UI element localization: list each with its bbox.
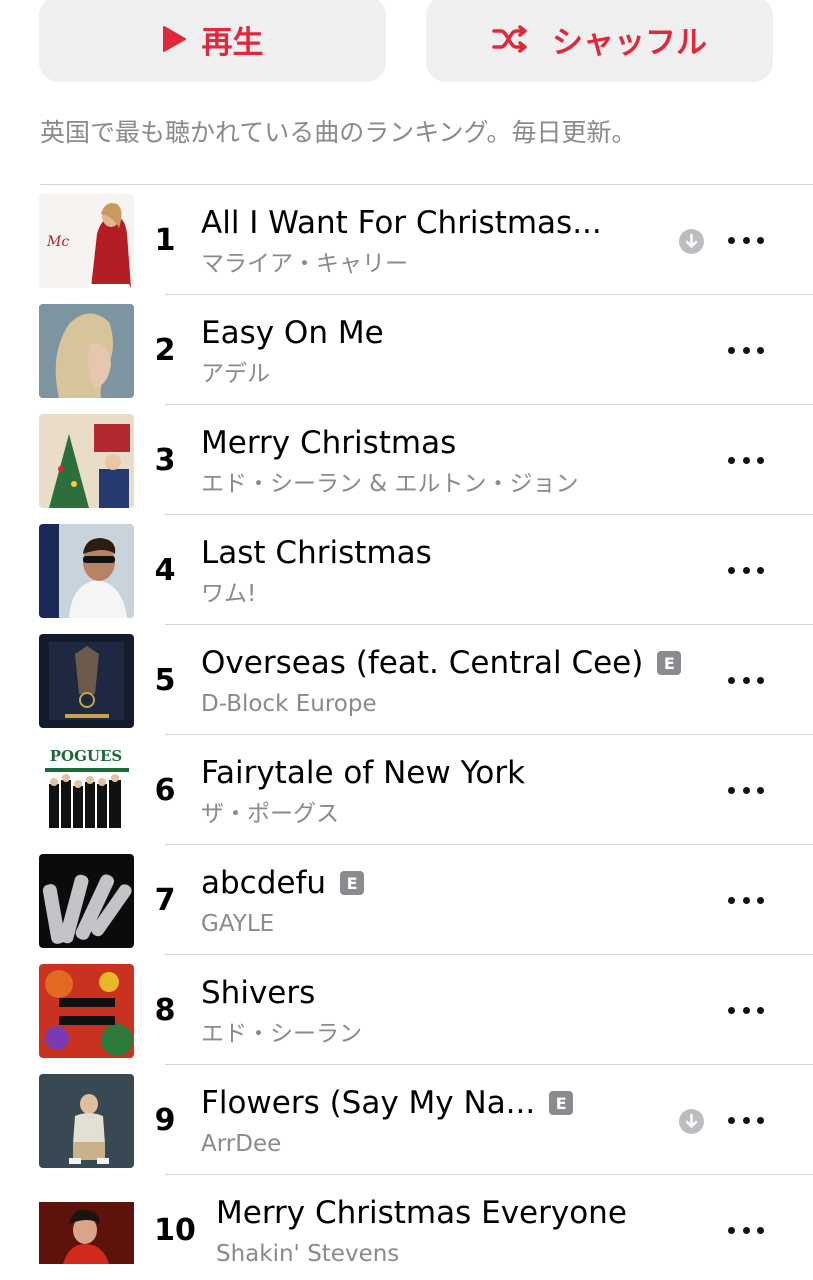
track-rank: 3 <box>154 443 176 478</box>
shuffle-label: シャッフル <box>552 24 707 61</box>
track-title: Merry Christmas Everyone <box>216 1195 627 1231</box>
track-row[interactable]: 4 Last Christmas ワム! <box>0 515 813 625</box>
shuffle-button[interactable]: シャッフル <box>426 0 773 82</box>
more-options-icon[interactable] <box>728 1111 764 1129</box>
track-rank: 9 <box>154 1103 176 1138</box>
download-icon <box>679 229 704 254</box>
more-options-icon[interactable] <box>728 1001 764 1019</box>
track-row[interactable]: 5 Overseas (feat. Central Cee) E D-Block Eu… <box>0 625 813 735</box>
track-title: Fairytale of New York <box>201 755 526 791</box>
track-title: abcdefu <box>201 865 327 901</box>
track-row[interactable]: Mc 1 All I Want For Christmas... マライア・キャリー <box>0 185 813 295</box>
track-title: Merry Christmas <box>201 425 457 461</box>
more-options-icon[interactable] <box>728 231 764 249</box>
album-art <box>39 634 134 728</box>
album-art-text: POGUES <box>50 747 123 765</box>
track-artist: D-Block Europe <box>201 691 377 717</box>
more-options-icon[interactable] <box>728 1221 764 1239</box>
track-rank: 6 <box>154 773 176 808</box>
track-artist: ArrDee <box>201 1131 282 1157</box>
download-icon <box>679 1109 704 1134</box>
play-icon <box>162 26 186 52</box>
explicit-badge: E <box>340 871 365 895</box>
more-options-icon[interactable] <box>728 891 764 909</box>
more-options-icon[interactable] <box>728 561 764 579</box>
track-title: Overseas (feat. Central Cee) <box>201 645 644 681</box>
more-options-icon[interactable] <box>728 451 764 469</box>
explicit-badge: E <box>657 651 682 675</box>
more-options-icon[interactable] <box>728 341 764 359</box>
track-artist: ワム! <box>201 581 257 607</box>
album-art <box>39 414 134 508</box>
play-label: 再生 <box>201 24 264 61</box>
playlist-description: 英国で最も聴かれている曲のランキング。毎日更新。 <box>40 118 637 147</box>
album-art: POGUES <box>39 744 134 838</box>
album-art <box>39 524 134 618</box>
track-artist: アデル <box>201 361 270 387</box>
track-title: All I Want For Christmas... <box>201 205 602 241</box>
album-art: Mc <box>39 194 134 288</box>
track-row[interactable]: 2 Easy On Me アデル <box>0 295 813 405</box>
track-artist: エド・シーラン & エルトン・ジョン <box>201 471 579 497</box>
track-title: Flowers (Say My Na... <box>201 1085 536 1121</box>
play-button[interactable]: 再生 <box>39 0 386 82</box>
track-rank: 2 <box>154 333 176 368</box>
album-art <box>39 304 134 398</box>
track-title: Easy On Me <box>201 315 384 351</box>
track-row[interactable]: POGUES 6 Fairytale of New York ザ・ポーグス <box>0 735 813 845</box>
track-rank: 5 <box>154 663 176 698</box>
album-art <box>39 854 134 948</box>
svg-text:Mc: Mc <box>46 234 69 250</box>
track-rank: 1 <box>154 223 176 258</box>
explicit-badge: E <box>549 1091 574 1115</box>
more-options-icon[interactable] <box>728 781 764 799</box>
album-art <box>39 1074 134 1168</box>
track-row[interactable]: 8 Shivers エド・シーラン <box>0 955 813 1065</box>
track-row[interactable]: 10 Merry Christmas Everyone Shakin' Steven… <box>0 1175 813 1280</box>
album-art <box>39 1184 134 1278</box>
track-rank: 7 <box>154 883 176 918</box>
track-title: Last Christmas <box>201 535 432 571</box>
action-buttons: 再生 シャッフル <box>39 0 773 82</box>
track-row[interactable]: 3 Merry Christmas エド・シーラン & エルトン・ジョン <box>0 405 813 515</box>
track-row[interactable]: 7 abcdefu E GAYLE <box>0 845 813 955</box>
track-rank: 8 <box>154 993 176 1028</box>
album-art <box>39 964 134 1058</box>
track-artist: GAYLE <box>201 911 275 937</box>
track-title: Shivers <box>201 975 316 1011</box>
more-options-icon[interactable] <box>728 671 764 689</box>
shuffle-icon <box>492 25 530 53</box>
track-rank: 10 <box>154 1213 196 1248</box>
track-artist: Shakin' Stevens <box>216 1241 400 1267</box>
track-artist: エド・シーラン <box>201 1021 362 1047</box>
track-list: Mc 1 All I Want For Christmas... マライア・キャリー 2… <box>0 185 813 1280</box>
track-row[interactable]: 9 Flowers (Say My Na... E ArrDee <box>0 1065 813 1175</box>
track-artist: マライア・キャリー <box>201 251 408 277</box>
track-artist: ザ・ポーグス <box>201 801 339 827</box>
track-rank: 4 <box>154 553 176 588</box>
